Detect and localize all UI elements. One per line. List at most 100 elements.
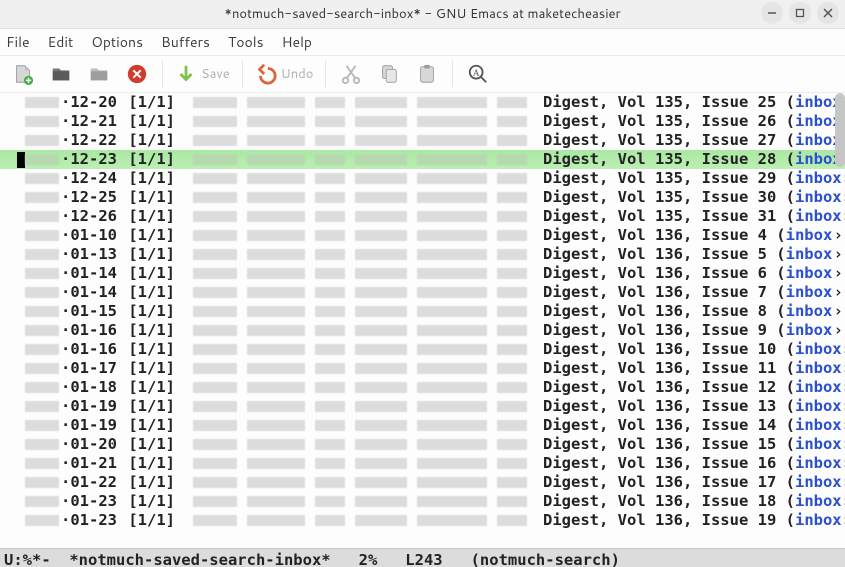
search-button[interactable]: A	[461, 59, 495, 89]
paren-open: (	[776, 245, 785, 264]
mail-count: [1/1]	[128, 321, 175, 340]
mail-tag: inbox	[795, 511, 842, 530]
mail-subject: Digest, Vol 136, Issue 16	[543, 454, 786, 473]
mail-date: ·01-23	[59, 492, 128, 511]
menu-buffers[interactable]: Buffers	[161, 32, 210, 52]
mail-count: [1/1]	[128, 169, 175, 188]
mail-row[interactable]: ·12-23 [1/1]Digest, Vol 135, Issue 28 (i…	[0, 150, 845, 169]
menu-bar: File Edit Options Buffers Tools Help	[0, 29, 845, 56]
mail-subject: Digest, Vol 136, Issue 5	[543, 245, 776, 264]
menu-options[interactable]: Options	[91, 32, 143, 52]
mail-count: [1/1]	[128, 511, 175, 530]
mail-row[interactable]: ·01-20 [1/1]Digest, Vol 136, Issue 15 (i…	[0, 435, 845, 454]
mail-row[interactable]: ·12-24 [1/1]Digest, Vol 135, Issue 29 (i…	[0, 169, 845, 188]
menu-edit[interactable]: Edit	[48, 32, 74, 52]
menu-tools[interactable]: Tools	[228, 32, 264, 52]
save-button[interactable]: Save	[171, 59, 234, 89]
mail-row[interactable]: ·01-18 [1/1]Digest, Vol 136, Issue 12 (i…	[0, 378, 845, 397]
redacted-text	[25, 382, 59, 393]
toolbar-separator	[162, 61, 163, 87]
mail-subject: Digest, Vol 136, Issue 18	[543, 492, 786, 511]
menu-help[interactable]: Help	[282, 32, 312, 52]
mail-row[interactable]: ·12-25 [1/1]Digest, Vol 135, Issue 30 (i…	[0, 188, 845, 207]
redacted-text	[25, 477, 59, 488]
redacted-text	[25, 230, 59, 241]
mail-row[interactable]: ·12-22 [1/1]Digest, Vol 135, Issue 27 (i…	[0, 131, 845, 150]
open-directory-button[interactable]	[82, 59, 116, 89]
paste-button[interactable]	[410, 59, 444, 89]
redacted-sender	[193, 458, 527, 469]
window-title: *notmuch-saved-search-inbox* - GNU Emacs…	[224, 5, 620, 23]
mail-tag: inbox	[795, 435, 842, 454]
mail-row[interactable]: ·01-10 [1/1]Digest, Vol 136, Issue 4 (in…	[0, 226, 845, 245]
mail-tag: inbox	[795, 340, 842, 359]
mail-row[interactable]: ·01-23 [1/1]Digest, Vol 136, Issue 19 (i…	[0, 511, 845, 530]
mail-row[interactable]: ·01-19 [1/1]Digest, Vol 136, Issue 14 (i…	[0, 416, 845, 435]
mail-subject: Digest, Vol 135, Issue 29	[543, 169, 786, 188]
mail-tag: inbox	[786, 321, 833, 340]
mail-row[interactable]: ·01-14 [1/1]Digest, Vol 136, Issue 7 (in…	[0, 283, 845, 302]
toolbar-separator	[242, 61, 243, 87]
redacted-sender	[193, 344, 527, 355]
mail-row[interactable]: ·01-23 [1/1]Digest, Vol 136, Issue 18 (i…	[0, 492, 845, 511]
mail-date: ·01-17	[59, 359, 128, 378]
redacted-text	[25, 173, 59, 184]
kill-buffer-button[interactable]	[120, 59, 154, 89]
mail-subject: Digest, Vol 135, Issue 26	[543, 112, 786, 131]
mail-subject: Digest, Vol 135, Issue 25	[543, 93, 786, 112]
mail-row[interactable]: ·12-26 [1/1]Digest, Vol 135, Issue 31 (i…	[0, 207, 845, 226]
mail-row[interactable]: ·01-22 [1/1]Digest, Vol 136, Issue 17 (i…	[0, 473, 845, 492]
mail-row[interactable]: ·01-21 [1/1]Digest, Vol 136, Issue 16 (i…	[0, 454, 845, 473]
undo-button[interactable]: Undo	[251, 59, 318, 89]
minimize-button[interactable]	[761, 2, 783, 24]
mail-subject: Digest, Vol 136, Issue 17	[543, 473, 786, 492]
mail-date: ·01-19	[59, 397, 128, 416]
paren-open: (	[786, 473, 795, 492]
mail-row[interactable]: ·01-17 [1/1]Digest, Vol 136, Issue 11 (i…	[0, 359, 845, 378]
mail-row[interactable]: ·01-14 [1/1]Digest, Vol 136, Issue 6 (in…	[0, 264, 845, 283]
close-button[interactable]	[817, 2, 839, 24]
mail-date: ·12-26	[59, 207, 128, 226]
redacted-text	[25, 116, 59, 127]
mail-row[interactable]: ·01-16 [1/1]Digest, Vol 136, Issue 9 (in…	[0, 321, 845, 340]
mail-count: [1/1]	[128, 397, 175, 416]
paren-open: (	[776, 264, 785, 283]
mail-row[interactable]: ·12-21 [1/1]Digest, Vol 135, Issue 26 (i…	[0, 112, 845, 131]
mail-date: ·12-24	[59, 169, 128, 188]
maximize-button[interactable]	[789, 2, 811, 24]
mail-subject: Digest, Vol 136, Issue 7	[543, 283, 776, 302]
modeline-buffer-name: *notmuch-saved-search-inbox*	[69, 551, 330, 567]
truncation-arrow-icon: ›	[842, 435, 845, 454]
mail-date: ·01-22	[59, 473, 128, 492]
redacted-text	[25, 268, 59, 279]
redacted-text	[25, 211, 59, 222]
mail-row[interactable]: ·01-13 [1/1]Digest, Vol 136, Issue 5 (in…	[0, 245, 845, 264]
redacted-text	[25, 363, 59, 374]
mail-subject: Digest, Vol 136, Issue 14	[543, 416, 786, 435]
modeline-percent: 2%	[331, 551, 406, 567]
copy-button[interactable]	[372, 59, 406, 89]
mail-row[interactable]: ·12-20 [1/1]Digest, Vol 135, Issue 25 (i…	[0, 93, 845, 112]
mail-tag: inbox	[795, 416, 842, 435]
new-file-button[interactable]	[6, 59, 40, 89]
redacted-text	[25, 135, 59, 146]
redacted-sender	[193, 363, 527, 374]
mail-count: [1/1]	[128, 473, 175, 492]
mail-row[interactable]: ·01-16 [1/1]Digest, Vol 136, Issue 10 (i…	[0, 340, 845, 359]
open-folder-button[interactable]	[44, 59, 78, 89]
mail-tag: inbox	[786, 245, 833, 264]
mail-row[interactable]: ·01-15 [1/1]Digest, Vol 136, Issue 8 (in…	[0, 302, 845, 321]
cut-button[interactable]	[334, 59, 368, 89]
menu-file[interactable]: File	[6, 32, 30, 52]
truncation-arrow-icon: ›	[842, 188, 845, 207]
redacted-sender	[193, 116, 527, 127]
redacted-sender	[193, 135, 527, 146]
save-label: Save	[201, 65, 230, 83]
mail-row[interactable]: ·01-19 [1/1]Digest, Vol 136, Issue 13 (i…	[0, 397, 845, 416]
redacted-text	[25, 325, 59, 336]
buffer-area[interactable]: ·12-20 [1/1]Digest, Vol 135, Issue 25 (i…	[0, 93, 845, 548]
paren-open: (	[786, 112, 795, 131]
scrollbar-thumb[interactable]	[835, 93, 845, 167]
mail-tag: inbox	[786, 226, 833, 245]
truncation-arrow-icon: ›	[842, 378, 845, 397]
